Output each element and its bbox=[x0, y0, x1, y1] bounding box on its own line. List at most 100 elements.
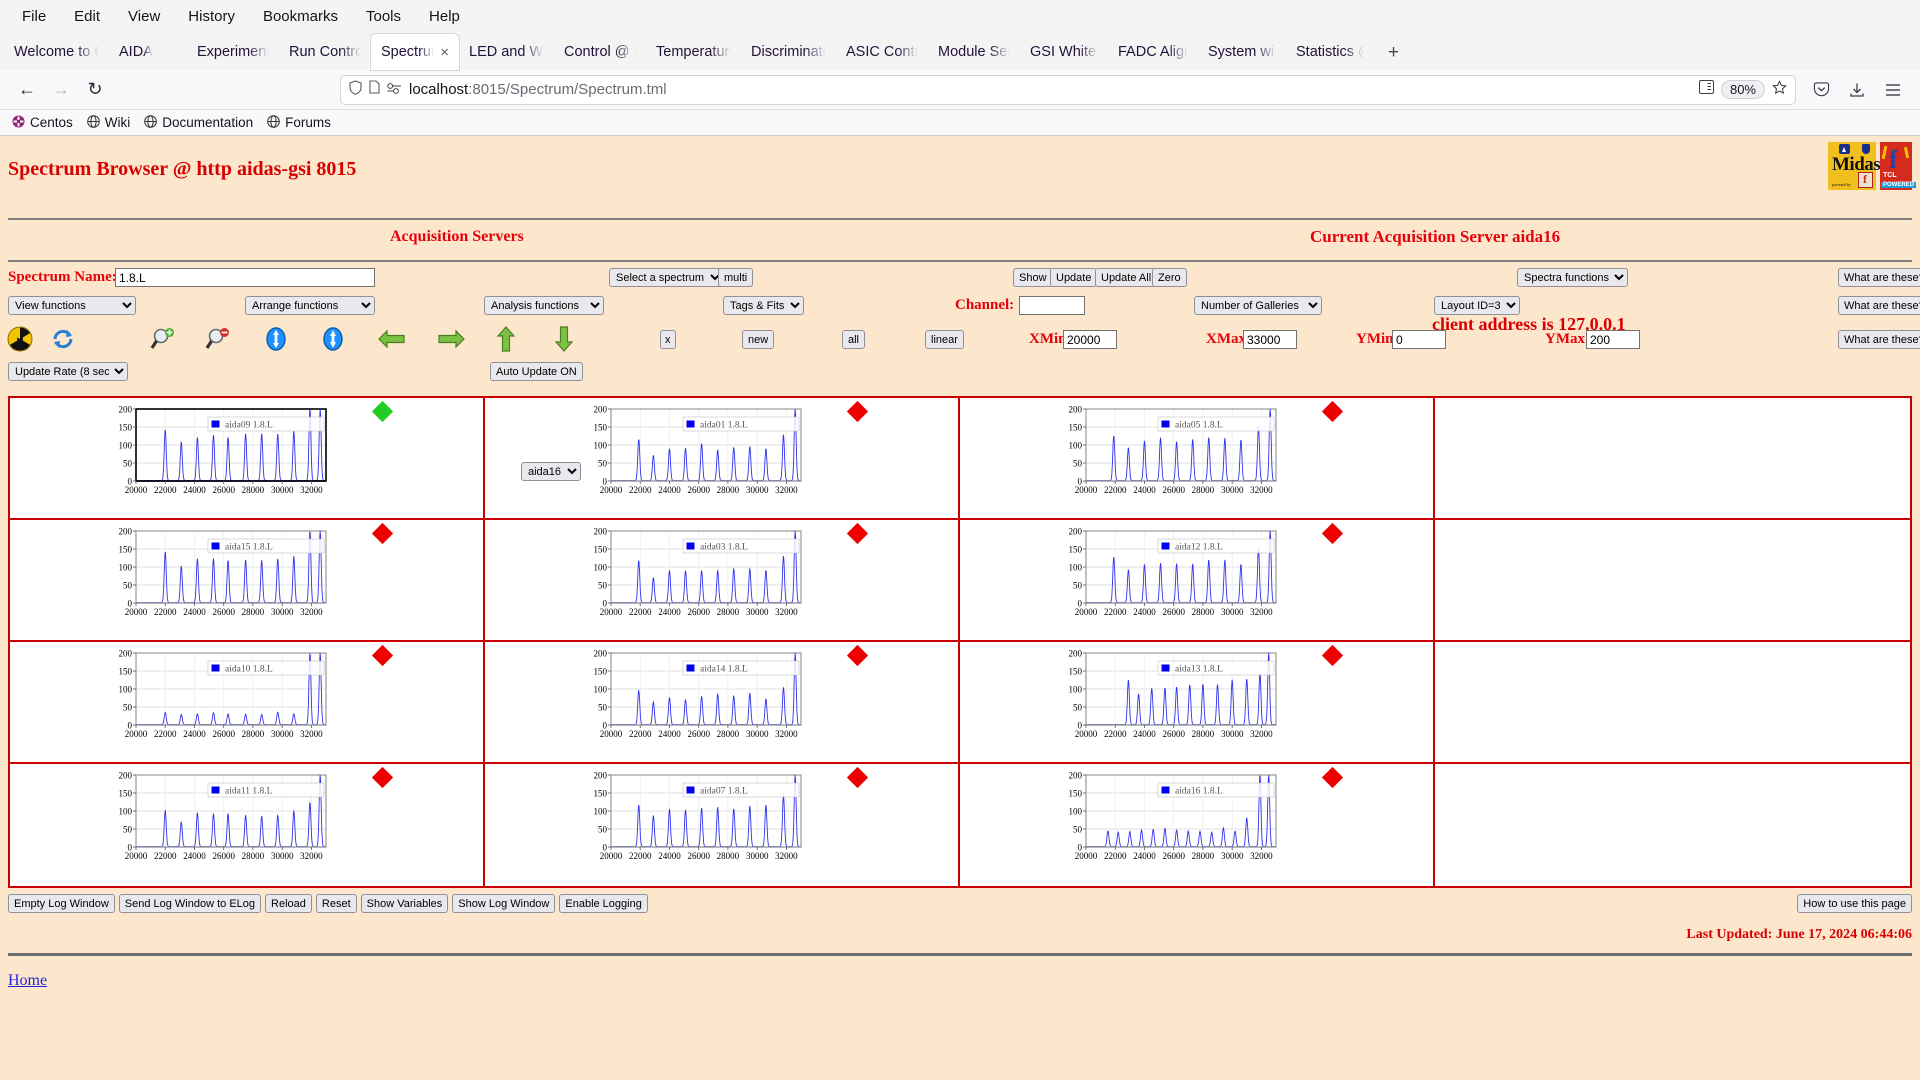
xmax-input[interactable] bbox=[1243, 330, 1297, 349]
browser-tab-8[interactable]: Discriminator co bbox=[741, 34, 836, 70]
number-of-galleries-dropdown[interactable]: Number of Galleries bbox=[1194, 296, 1322, 315]
spectrum-plot[interactable]: 0 50 100 150 200 20000 22000 24000 26000 28000 300… bbox=[1060, 404, 1290, 509]
footer-button-empty-log-window[interactable]: Empty Log Window bbox=[8, 894, 115, 913]
spectrum-panel-aida10[interactable]: 0 50 100 150 200 20000 22000 24000 26000 28000 300… bbox=[10, 642, 485, 764]
spectrum-plot[interactable]: 0 50 100 150 200 20000 22000 24000 26000 28000 300… bbox=[1060, 770, 1290, 875]
radioactive-icon[interactable] bbox=[7, 326, 34, 353]
browser-tab-14[interactable]: Statistics @ aid bbox=[1286, 34, 1374, 70]
status-marker-icon[interactable] bbox=[846, 766, 869, 789]
forward-button[interactable]: → bbox=[44, 75, 78, 105]
status-marker-icon[interactable] bbox=[846, 644, 869, 667]
footer-button-enable-logging[interactable]: Enable Logging bbox=[559, 894, 648, 913]
status-marker-icon[interactable] bbox=[1321, 644, 1344, 667]
new-button[interactable]: new bbox=[742, 330, 775, 349]
downloads-icon[interactable] bbox=[1840, 75, 1874, 105]
address-bar[interactable]: localhost:8015/Spectrum/Spectrum.tml 80% bbox=[340, 74, 1796, 105]
spectrum-panel-empty[interactable] bbox=[1435, 764, 1910, 886]
spectrum-plot[interactable]: 0 50 100 150 200 20000 22000 24000 26000 28000 300… bbox=[110, 770, 340, 875]
spectrum-panel-empty[interactable] bbox=[1435, 398, 1910, 520]
status-marker-icon[interactable] bbox=[371, 644, 394, 667]
menu-item-help[interactable]: Help bbox=[415, 4, 474, 29]
footer-button-reset[interactable]: Reset bbox=[315, 894, 357, 913]
spectrum-panel-aida11[interactable]: 0 50 100 150 200 20000 22000 24000 26000 28000 300… bbox=[10, 764, 485, 886]
browser-tab-1[interactable]: AIDA bbox=[109, 34, 187, 70]
collapse-vertical-icon[interactable] bbox=[320, 326, 347, 353]
view-functions-dropdown[interactable]: View functions bbox=[8, 296, 136, 315]
how-to-use-button[interactable]: How to use this page bbox=[1797, 894, 1912, 913]
linear-button[interactable]: linear bbox=[925, 330, 964, 349]
browser-tab-2[interactable]: Experiment Cont bbox=[187, 34, 279, 70]
spectrum-plot[interactable]: 0 50 100 150 200 20000 22000 24000 26000 28000 300… bbox=[585, 404, 815, 509]
status-marker-icon[interactable] bbox=[1321, 400, 1344, 423]
menu-item-edit[interactable]: Edit bbox=[60, 4, 114, 29]
spectrum-panel-empty[interactable] bbox=[1435, 520, 1910, 642]
spectrum-plot[interactable]: 0 50 100 150 200 20000 22000 24000 26000 28000 300… bbox=[585, 648, 815, 753]
browser-tab-10[interactable]: Module Settings bbox=[928, 34, 1020, 70]
bookmark-documentation[interactable]: Documentation bbox=[144, 114, 253, 131]
analysis-functions-dropdown[interactable]: Analysis functions bbox=[484, 296, 604, 315]
footer-button-show-variables[interactable]: Show Variables bbox=[360, 894, 449, 913]
spectrum-panel-aida13[interactable]: 0 50 100 150 200 20000 22000 24000 26000 28000 300… bbox=[960, 642, 1435, 764]
tags-and-fits-dropdown[interactable]: Tags & Fits bbox=[723, 296, 804, 315]
show-button[interactable]: Show bbox=[1013, 268, 1053, 287]
arrow-right-icon[interactable] bbox=[438, 328, 465, 355]
app-menu-icon[interactable] bbox=[1876, 75, 1910, 105]
x-button[interactable]: x bbox=[660, 330, 676, 349]
bookmark-star-icon[interactable] bbox=[1772, 79, 1787, 100]
zero-button[interactable]: Zero bbox=[1152, 268, 1187, 287]
ymax-input[interactable] bbox=[1586, 330, 1640, 349]
reader-mode-icon[interactable] bbox=[1698, 80, 1714, 99]
status-marker-icon[interactable] bbox=[371, 522, 394, 545]
menu-item-history[interactable]: History bbox=[174, 4, 249, 29]
spectrum-plot[interactable]: 0 50 100 150 200 20000 22000 24000 26000 28000 300… bbox=[110, 648, 340, 753]
spectrum-panel-aida12[interactable]: 0 50 100 150 200 20000 22000 24000 26000 28000 300… bbox=[960, 520, 1435, 642]
xmin-input[interactable] bbox=[1063, 330, 1117, 349]
spectrum-name-input[interactable] bbox=[115, 268, 375, 287]
all-button[interactable]: all bbox=[842, 330, 866, 349]
browser-tab-0[interactable]: Welcome to Cen bbox=[4, 34, 109, 70]
browser-tab-13[interactable]: System wide Ch bbox=[1198, 34, 1286, 70]
what-are-these-button-2[interactable]: What are these? bbox=[1838, 296, 1920, 315]
pocket-icon[interactable] bbox=[1804, 75, 1838, 105]
spectrum-panel-aida03[interactable]: 0 50 100 150 200 20000 22000 24000 26000 28000 300… bbox=[485, 520, 960, 642]
status-marker-icon[interactable] bbox=[846, 522, 869, 545]
bookmark-wiki[interactable]: Wiki bbox=[86, 114, 130, 131]
ymin-input[interactable] bbox=[1392, 330, 1446, 349]
spectrum-panel-aida16[interactable]: 0 50 100 150 200 20000 22000 24000 26000 28000 300… bbox=[960, 764, 1435, 886]
update-rate-dropdown[interactable]: Update Rate (8 secs) bbox=[8, 362, 128, 381]
bookmark-forums[interactable]: Forums bbox=[267, 114, 331, 131]
spectrum-plot[interactable]: 0 50 100 150 200 20000 22000 24000 26000 28000 300… bbox=[585, 526, 815, 631]
refresh-icon[interactable] bbox=[50, 326, 77, 353]
auto-update-button[interactable]: Auto Update ON bbox=[490, 362, 583, 381]
spectrum-panel-aida14[interactable]: 0 50 100 150 200 20000 22000 24000 26000 28000 300… bbox=[485, 642, 960, 764]
what-are-these-button-3[interactable]: What are these? bbox=[1838, 330, 1920, 349]
spectrum-panel-aida05[interactable]: 0 50 100 150 200 20000 22000 24000 26000 28000 300… bbox=[960, 398, 1435, 520]
zoom-level-badge[interactable]: 80% bbox=[1720, 80, 1765, 99]
select-spectrum-dropdown[interactable]: Select a spectrum bbox=[609, 268, 724, 287]
arrange-functions-dropdown[interactable]: Arrange functions bbox=[245, 296, 375, 315]
browser-tab-12[interactable]: FADC Align & C bbox=[1108, 34, 1198, 70]
spectrum-plot[interactable]: 0 50 100 150 200 20000 22000 24000 26000 28000 300… bbox=[110, 404, 340, 509]
new-tab-button[interactable]: + bbox=[1380, 42, 1407, 70]
spectrum-panel-empty[interactable] bbox=[1435, 642, 1910, 764]
multi-button[interactable]: multi bbox=[718, 268, 754, 287]
browser-tab-9[interactable]: ASIC Control @ bbox=[836, 34, 928, 70]
zoom-in-icon[interactable] bbox=[150, 326, 177, 353]
spectra-functions-dropdown[interactable]: Spectra functions bbox=[1517, 268, 1628, 287]
what-are-these-button-1[interactable]: What are these? bbox=[1838, 268, 1920, 287]
bookmark-centos[interactable]: Centos bbox=[12, 115, 73, 131]
status-marker-icon[interactable] bbox=[371, 766, 394, 789]
footer-button-reload[interactable]: Reload bbox=[265, 894, 312, 913]
spectrum-plot[interactable]: 0 50 100 150 200 20000 22000 24000 26000 28000 300… bbox=[1060, 526, 1290, 631]
browser-tab-4[interactable]: Spectrum Brow × bbox=[371, 34, 459, 70]
status-marker-icon[interactable] bbox=[1321, 766, 1344, 789]
spectrum-panel-aida15[interactable]: 0 50 100 150 200 20000 22000 24000 26000 28000 300… bbox=[10, 520, 485, 642]
footer-button-send-log-window-to-elog[interactable]: Send Log Window to ELog bbox=[118, 894, 262, 913]
back-button[interactable]: ← bbox=[10, 75, 44, 105]
home-link[interactable]: Home bbox=[8, 972, 47, 989]
menu-item-view[interactable]: View bbox=[114, 4, 174, 29]
arrow-up-icon[interactable] bbox=[495, 326, 522, 353]
footer-button-show-log-window[interactable]: Show Log Window bbox=[452, 894, 556, 913]
reload-button[interactable]: ↻ bbox=[78, 75, 112, 105]
update-button[interactable]: Update bbox=[1050, 268, 1098, 287]
